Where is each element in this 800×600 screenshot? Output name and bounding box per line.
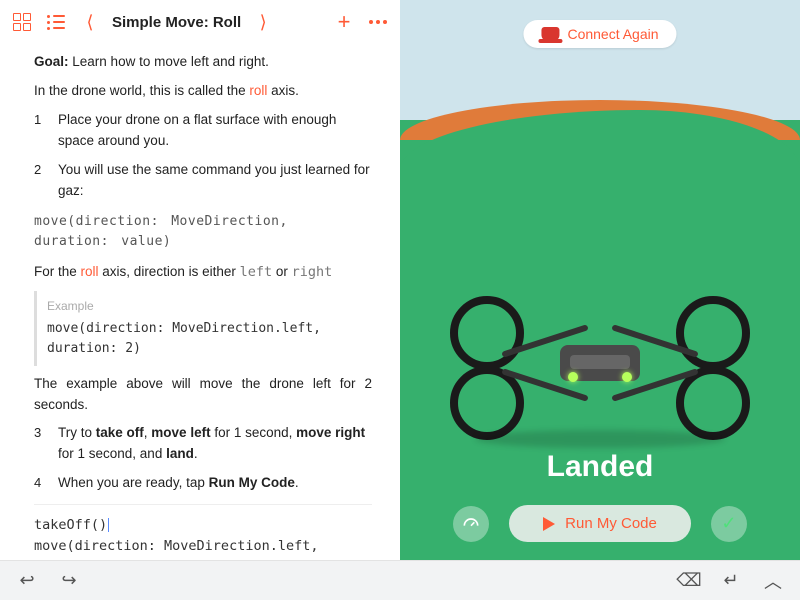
more-button[interactable] (366, 10, 390, 34)
example-label: Example (47, 297, 362, 316)
goal-label: Goal: (34, 54, 69, 69)
lesson-content: Goal: Learn how to move left and right. … (0, 44, 400, 560)
play-icon (543, 517, 555, 531)
drone-status: Landed (400, 450, 800, 484)
connect-label: Connect Again (567, 26, 658, 42)
return-button[interactable]: ↵ (718, 568, 744, 594)
drone-shadow (475, 430, 725, 448)
run-label: Run My Code (565, 515, 657, 532)
example-explain: The example above will move the drone le… (34, 374, 372, 416)
code-line-2: move(direction: MoveDirection.left, (34, 536, 372, 557)
axis-mid: axis, direction is either (99, 264, 240, 279)
collapse-keyboard-button[interactable]: ︿ (760, 568, 786, 594)
example-block: Example move(direction: MoveDirection.le… (34, 291, 372, 366)
step-1: Place your drone on a flat surface with … (34, 110, 372, 152)
drone-image (440, 290, 760, 440)
speed-button[interactable] (453, 506, 489, 542)
check-icon: ✓ (721, 513, 736, 534)
intro-suffix: axis. (267, 83, 299, 98)
keyboard-toolbar: ↩ ↪ ⌫ ↵ ︿ (0, 560, 800, 600)
right-keyword: right (292, 264, 333, 280)
text-cursor (108, 518, 109, 532)
step-4: When you are ready, tap Run My Code. (34, 473, 372, 494)
lesson-panel: ⟨ Simple Move: Roll ⟩ + Goal: Learn how … (0, 0, 400, 560)
roll-keyword-2: roll (81, 264, 99, 279)
add-button[interactable]: + (332, 10, 356, 34)
code-line-1: takeOff() (34, 517, 107, 533)
goal-text: Learn how to move left and right. (72, 54, 269, 69)
controls-bar: Run My Code ✓ (400, 505, 800, 542)
connect-again-button[interactable]: Connect Again (523, 20, 676, 48)
next-page-button[interactable]: ⟩ (251, 10, 275, 34)
code-editor[interactable]: takeOff() move(direction: MoveDirection.… (34, 504, 372, 560)
intro-text: In the drone world, this is called the (34, 83, 249, 98)
redo-button[interactable]: ↪ (56, 568, 82, 594)
gauge-icon (461, 514, 481, 534)
grid-view-icon[interactable] (10, 10, 34, 34)
roll-keyword: roll (249, 83, 267, 98)
example-code: move(direction: MoveDirection.left, dura… (47, 319, 362, 359)
prev-page-button[interactable]: ⟨ (78, 10, 102, 34)
signature-code: move(direction: MoveDirection, duration:… (34, 212, 372, 252)
parrot-icon (541, 27, 559, 41)
list-view-icon[interactable] (44, 10, 68, 34)
undo-button[interactable]: ↩ (14, 568, 40, 594)
hints-button[interactable]: ✓ (711, 506, 747, 542)
live-view: Connect Again Landed Run My Code ✓ (400, 0, 800, 560)
delete-button[interactable]: ⌫ (676, 568, 702, 594)
axis-or: or (272, 264, 292, 279)
topbar: ⟨ Simple Move: Roll ⟩ + (0, 0, 400, 44)
axis-text: For the (34, 264, 81, 279)
step-3: Try to take off, move left for 1 second,… (34, 423, 372, 465)
step-2: You will use the same command you just l… (34, 160, 372, 202)
run-my-code-button[interactable]: Run My Code (509, 505, 691, 542)
left-keyword: left (240, 264, 273, 280)
page-title: Simple Move: Roll (112, 14, 241, 31)
